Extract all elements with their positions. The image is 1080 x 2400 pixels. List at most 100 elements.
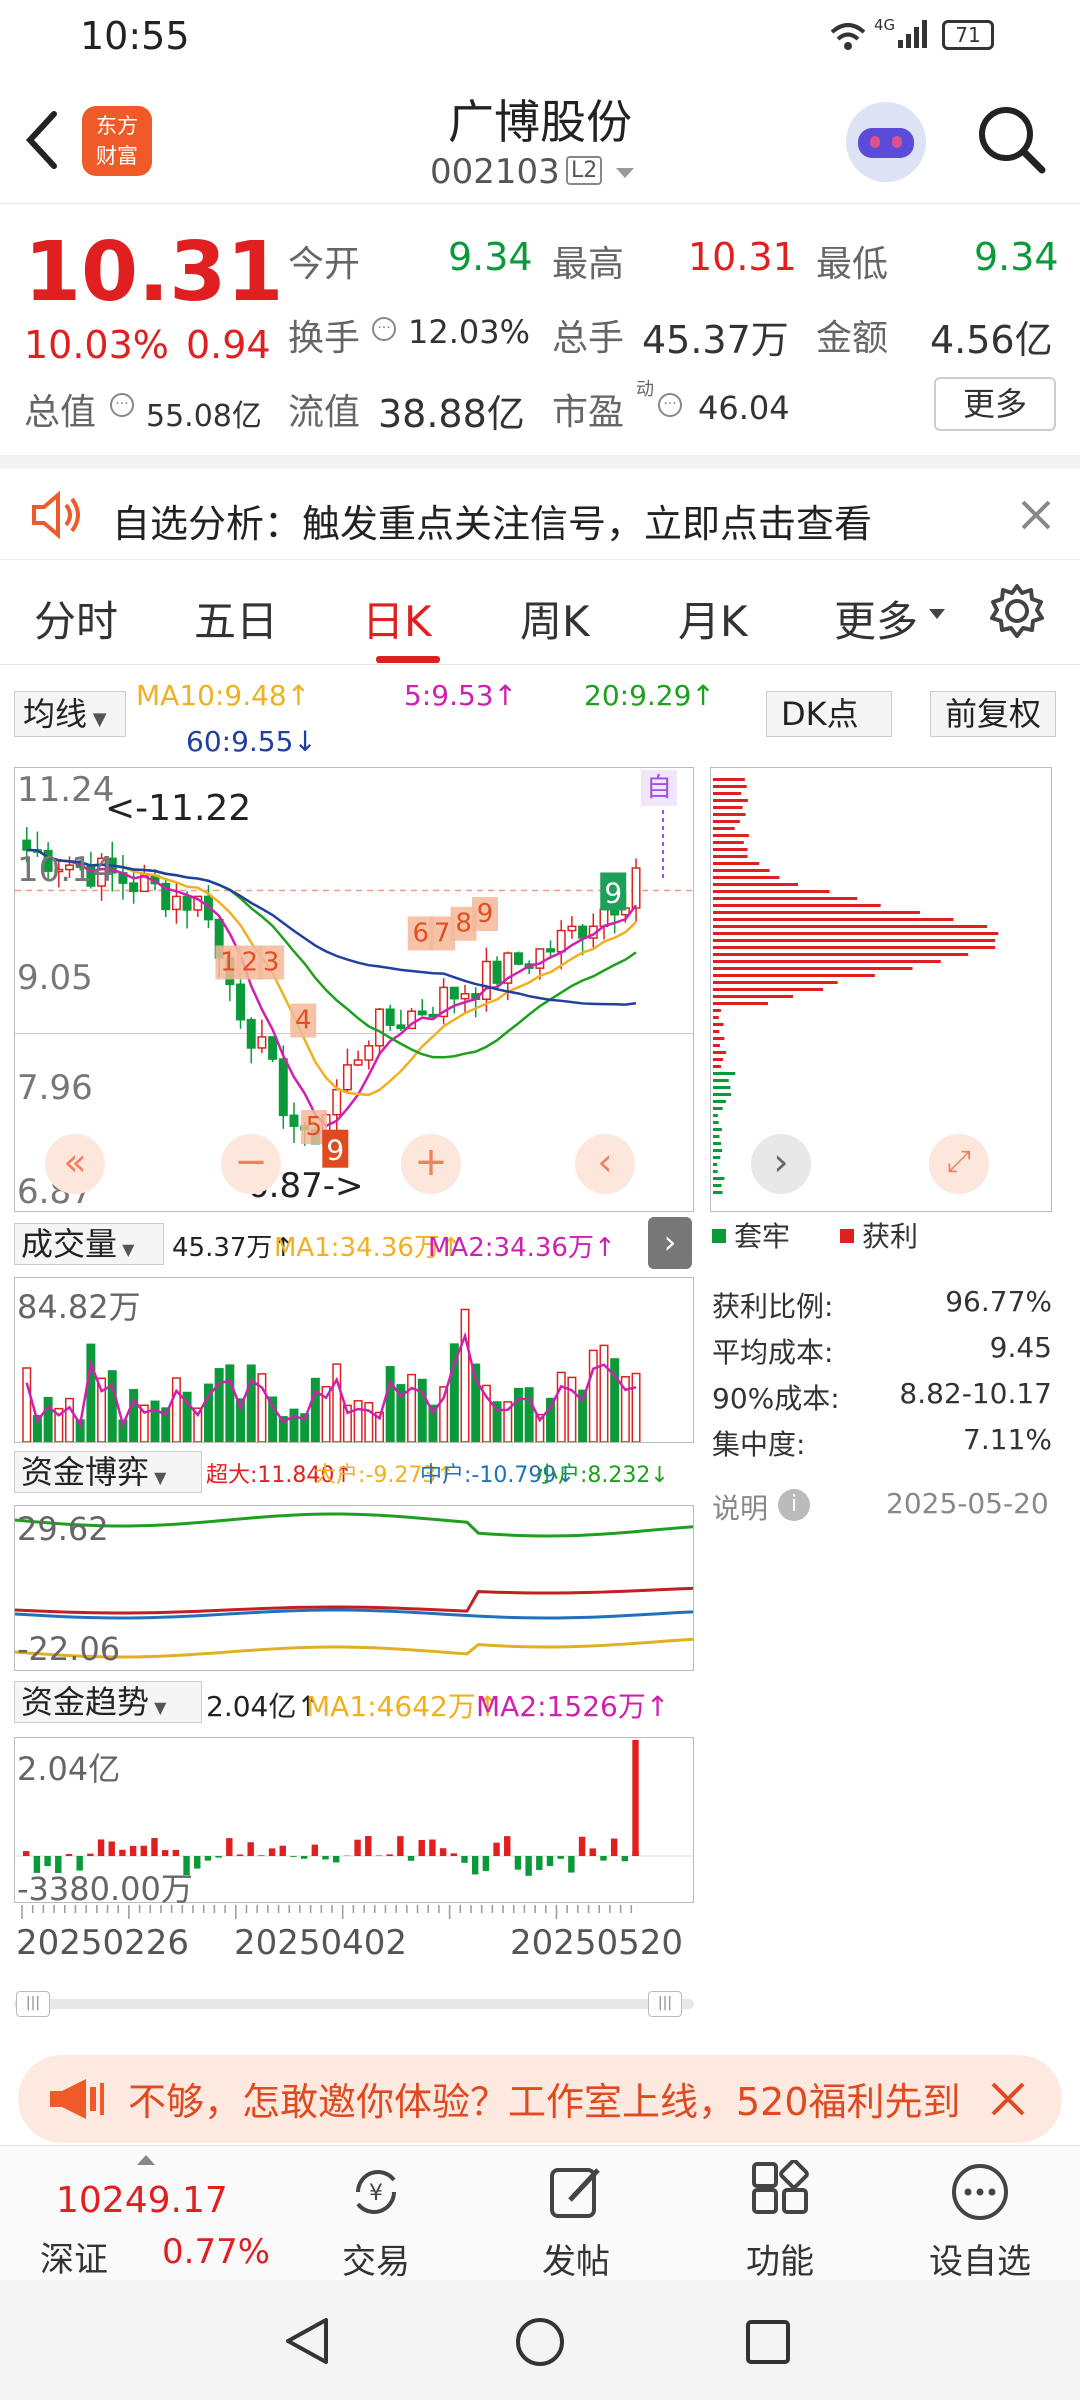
pe-label: 市盈 — [552, 392, 625, 433]
candle-body — [289, 1114, 299, 1127]
info-icon[interactable]: i — [778, 1489, 810, 1521]
promo-banner[interactable]: 不够，怎敢邀你体验？工作室上线，520福利先到 — [18, 2055, 1062, 2143]
volume-select[interactable]: 成交量 ▼ — [14, 1223, 164, 1265]
chip-bar — [713, 1156, 721, 1159]
chevron-down-icon[interactable] — [614, 166, 636, 180]
volume-bar — [513, 1387, 523, 1442]
expand-icon[interactable]: ⤢ — [929, 1134, 989, 1194]
trend-bar — [461, 1856, 468, 1863]
volume-bar — [65, 1397, 74, 1442]
adjust-button[interactable]: 前复权 — [930, 691, 1056, 737]
trend-bar — [65, 1853, 73, 1856]
kline-chart[interactable]: 12345678999 11.24 10.14 9.05 7.96 6.87 <… — [14, 767, 694, 1212]
zoom-out-button[interactable]: − — [221, 1134, 281, 1194]
trend-bar — [204, 1856, 212, 1861]
fund-game-chart[interactable]: 29.62 -22.06 — [14, 1505, 694, 1671]
app-logo[interactable]: 东方 财富 — [82, 106, 152, 176]
collapse-panel-button[interactable]: › — [648, 1217, 692, 1269]
nav-function[interactable]: 功能 — [700, 2146, 860, 2282]
fund-small-line — [15, 1512, 693, 1538]
float-label: 流值 — [288, 392, 361, 433]
candle-body — [278, 1058, 288, 1117]
range-slider-track[interactable] — [14, 1999, 694, 2009]
chip-distribution[interactable]: › ⤢ — [710, 767, 1052, 1212]
volume-bar — [417, 1378, 427, 1442]
range-handle-left[interactable]: ||| — [16, 1991, 50, 2017]
back-triangle-icon[interactable] — [282, 2316, 332, 2366]
index-ticker[interactable]: 10249.17 深证 0.77% — [20, 2148, 280, 2280]
chip-bar — [713, 890, 830, 893]
chip-bar — [713, 1037, 725, 1040]
candle-body — [364, 1045, 374, 1061]
recents-square-icon[interactable] — [744, 2318, 792, 2366]
alert-bar[interactable]: 自选分析：触发重点关注信号，立即点击查看 — [0, 455, 1080, 560]
chip-bar — [713, 1184, 722, 1187]
volume-bar — [214, 1368, 224, 1442]
fund-trend-chart[interactable]: 2.04亿 -3380.00万 — [14, 1737, 694, 1908]
volume-bar — [556, 1371, 566, 1442]
close-icon[interactable] — [1020, 499, 1052, 531]
trend-bar — [397, 1836, 404, 1856]
chip-bar — [713, 897, 858, 900]
scroll-right-button[interactable]: › — [751, 1134, 811, 1194]
trend-bar — [268, 1848, 276, 1856]
candle-body — [332, 1088, 342, 1116]
scroll-left-fast-button[interactable]: « — [45, 1134, 105, 1194]
chip-stat-label: 90%成本: — [712, 1382, 840, 1415]
dk-point-button[interactable]: DK点 — [766, 691, 892, 737]
nav-trade-label: 交易 — [342, 2242, 410, 2282]
tab-weekly-k[interactable]: 周K — [520, 588, 590, 649]
nav-trade[interactable]: ¥ 交易 — [296, 2146, 456, 2282]
tab-daily-k[interactable]: 日K — [362, 588, 432, 649]
fund-select[interactable]: 资金博弈 ▼ — [14, 1451, 202, 1493]
chip-bar — [713, 855, 748, 858]
trend-bar — [610, 1838, 618, 1856]
robot-avatar-icon[interactable] — [846, 102, 926, 182]
chip-note[interactable]: 说明 — [712, 1487, 768, 1527]
volume-bar — [150, 1400, 160, 1442]
signal-number: 9 — [477, 899, 494, 929]
chip-bar — [713, 820, 740, 823]
chip-bar — [713, 1128, 722, 1131]
back-icon[interactable] — [22, 108, 62, 172]
trend-bar — [375, 1855, 383, 1856]
signal-number: 2 — [242, 947, 259, 977]
chip-bar — [713, 981, 838, 984]
tab-intraday[interactable]: 分时 — [34, 588, 118, 649]
candle-body — [513, 952, 523, 965]
close-icon[interactable] — [990, 2081, 1026, 2117]
zoom-in-button[interactable]: + — [401, 1134, 461, 1194]
search-icon[interactable] — [976, 104, 1048, 176]
nav-post[interactable]: 发帖 — [496, 2146, 656, 2282]
volume-bar — [524, 1387, 534, 1442]
self-tag[interactable]: 自 — [641, 770, 677, 806]
info-dots-icon[interactable]: ··· — [658, 393, 682, 417]
tab-five-day[interactable]: 五日 — [194, 588, 278, 649]
alert-text: 自选分析：触发重点关注信号，立即点击查看 — [112, 502, 873, 546]
volume-chart[interactable]: 84.82万 — [14, 1277, 694, 1443]
more-button[interactable]: 更多 — [934, 377, 1056, 431]
tab-monthly-k[interactable]: 月K — [678, 588, 748, 649]
y-label: 7.96 — [17, 1068, 93, 1108]
gear-icon[interactable] — [988, 582, 1046, 640]
trend-bar — [172, 1849, 180, 1856]
ma-select[interactable]: 均线 ▼ — [14, 691, 126, 737]
chip-bar — [713, 1072, 736, 1075]
chip-stat-label: 获利比例: — [712, 1290, 834, 1323]
stock-name: 广博股份 — [448, 95, 632, 149]
home-circle-icon[interactable] — [514, 2316, 566, 2368]
chip-bar — [713, 1065, 721, 1068]
trend-select[interactable]: 资金趋势 ▼ — [14, 1681, 202, 1723]
level2-badge[interactable]: L2 — [566, 156, 603, 185]
tab-more[interactable]: 更多 — [834, 588, 918, 649]
signal-number: 1 — [220, 947, 237, 977]
chip-bar — [713, 1044, 721, 1047]
chip-bar — [713, 1079, 729, 1082]
scroll-left-button[interactable]: ‹ — [575, 1134, 635, 1194]
trend-bar — [514, 1856, 522, 1870]
info-dots-icon[interactable]: ··· — [110, 393, 134, 417]
range-handle-right[interactable]: ||| — [648, 1991, 682, 2017]
nav-add-watchlist[interactable]: 设自选 — [900, 2146, 1060, 2282]
info-dots-icon[interactable]: ··· — [372, 317, 396, 341]
volume-bar — [257, 1373, 267, 1442]
